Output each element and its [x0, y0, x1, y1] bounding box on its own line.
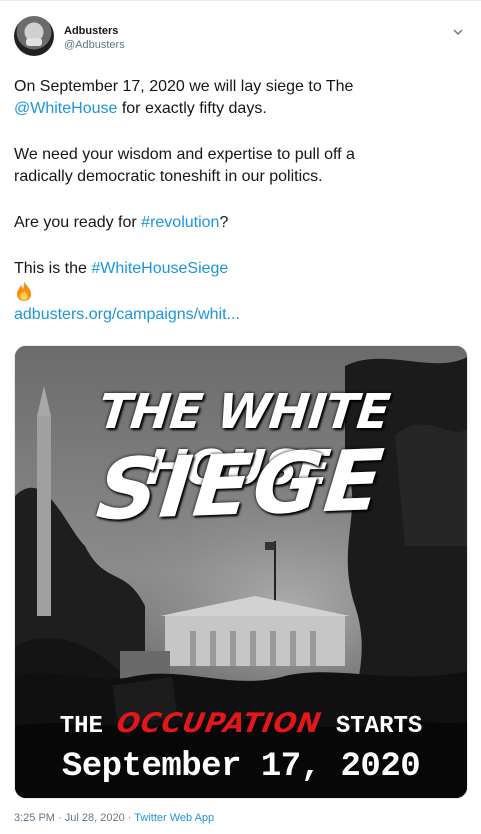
image-subtitle-occupation: OCCUPATION: [114, 708, 325, 739]
tweet-text-segment: Are you ready for: [14, 214, 142, 231]
tweet-time-link[interactable]: 3:25 PM: [14, 812, 55, 824]
image-subtitle-the: THE: [59, 713, 103, 740]
avatar[interactable]: [14, 16, 54, 56]
tweet-paragraph: We need your wisdom and expertise to pul…: [14, 146, 355, 185]
tweet-paragraph: Are you ready for #revolution?: [14, 212, 464, 234]
tweet-text-segment: This is the: [14, 260, 92, 277]
author-handle[interactable]: @Adbusters: [64, 39, 125, 51]
tweet-card: Adbusters @Adbusters On September 17, 20…: [0, 0, 481, 834]
image-subtitle: THE OCCUPATION STARTS: [15, 708, 467, 740]
tweet-date-link[interactable]: Jul 28, 2020: [65, 812, 125, 824]
tweet-text-segment: for exactly fifty days.: [117, 100, 267, 117]
separator: ·: [54, 812, 65, 824]
tweet-paragraph: adbusters.org/campaigns/whit...: [14, 304, 464, 326]
client-link[interactable]: Twitter Web App: [134, 812, 214, 824]
tweet-text-segment: ?: [219, 214, 229, 231]
image-subtitle-starts: STARTS: [335, 713, 423, 740]
tweet-paragraph: On September 17, 2020 we will lay siege …: [14, 76, 464, 120]
image-title-line2: SIEGE: [92, 431, 390, 539]
fire-emoji-icon: [17, 281, 31, 301]
author-name[interactable]: Adbusters: [64, 25, 118, 37]
hashtag-revolution-link[interactable]: #revolution: [141, 214, 219, 231]
chevron-down-icon[interactable]: [451, 25, 465, 39]
tweet-paragraph: This is the #WhiteHouseSiege: [14, 258, 464, 280]
tweet-image[interactable]: THE WHITE HOUSE SIEGE THE OCCUPATION STA…: [14, 345, 468, 799]
tweet-footer: 3:25 PM · Jul 28, 2020 · Twitter Web App: [14, 812, 214, 824]
hashtag-whitehousesiege-link[interactable]: #WhiteHouseSiege: [91, 260, 228, 277]
mention-whitehouse-link[interactable]: @WhiteHouse: [14, 100, 117, 117]
tweet-text: On September 17, 2020 we will lay siege …: [14, 76, 464, 326]
separator: ·: [124, 812, 135, 824]
campaign-url-link[interactable]: adbusters.org/campaigns/whit...: [14, 306, 240, 323]
emoji-line: [14, 280, 464, 304]
tweet-text-segment: On September 17, 2020 we will lay siege …: [14, 78, 354, 95]
image-date: September 17, 2020: [61, 748, 421, 786]
